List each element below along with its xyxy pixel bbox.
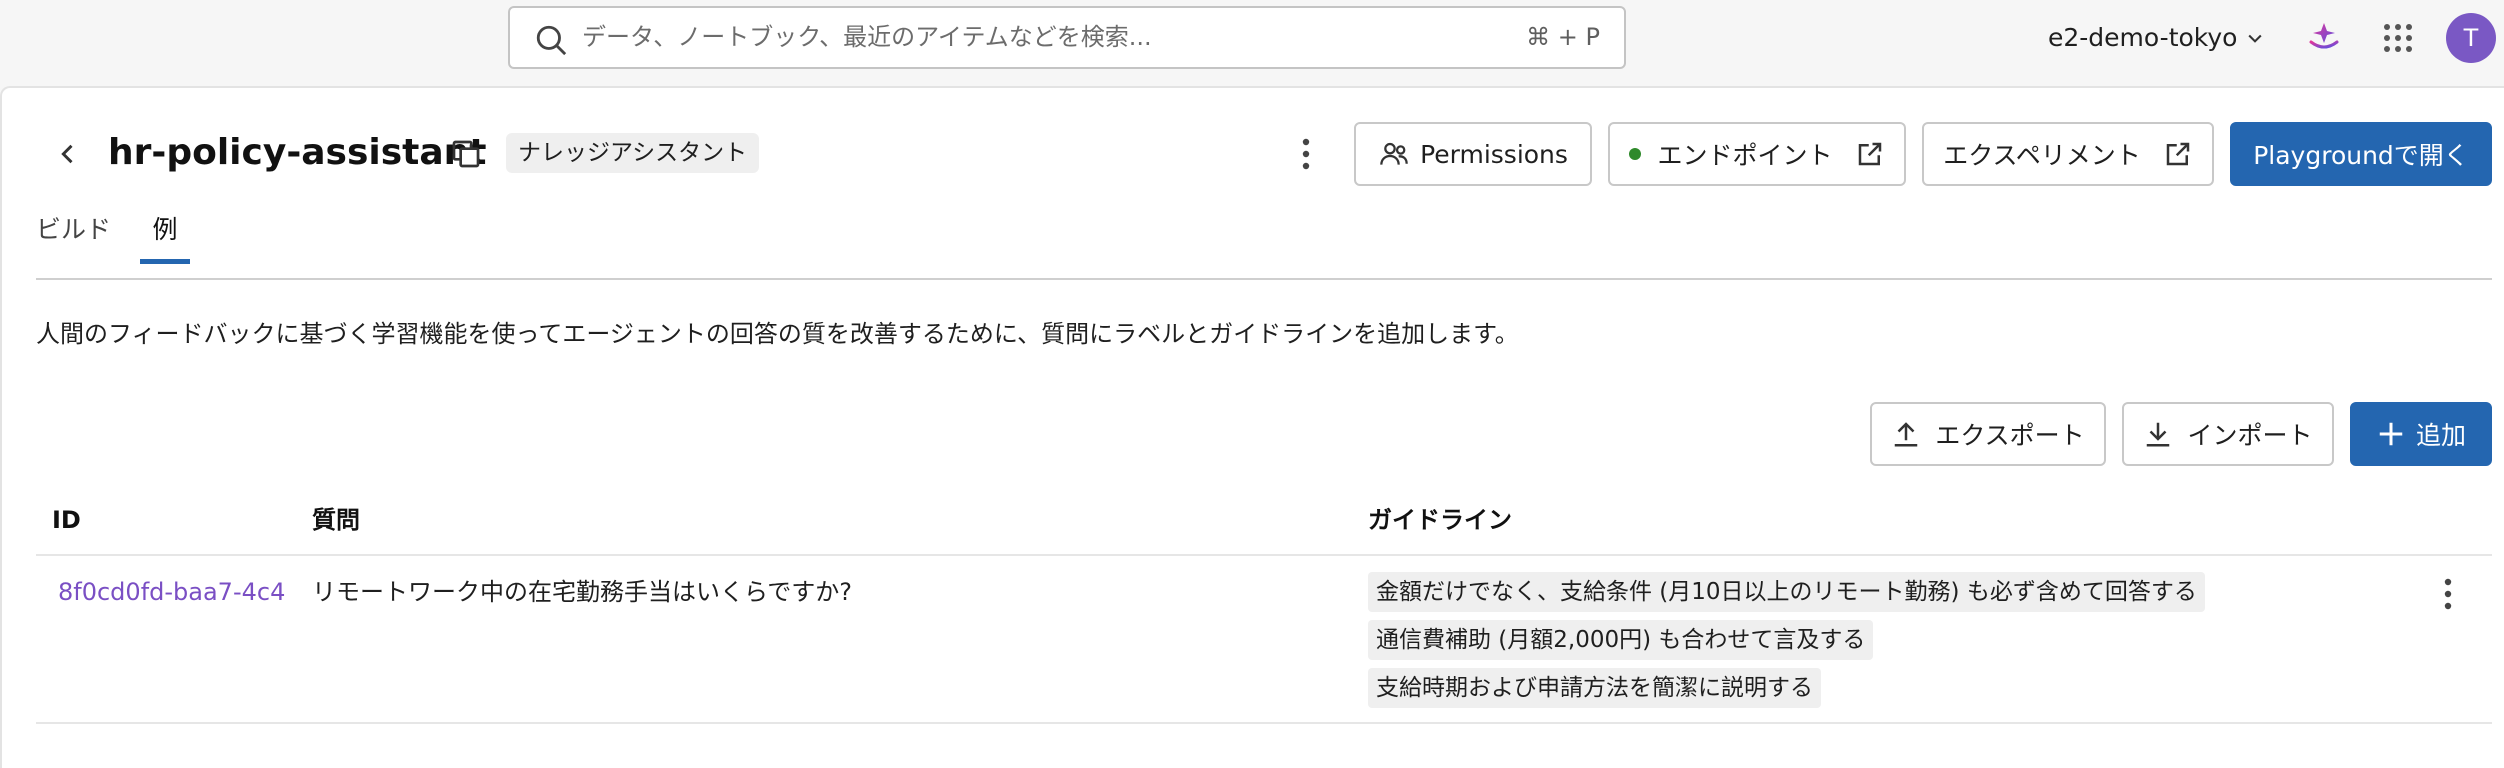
export-label: エクスポート [1935,421,2085,450]
open-playground-button[interactable]: Playgroundで開く [2230,122,2492,186]
guideline-tag: 通信費補助 (月額2,000円) も合わせて言及する [1368,620,1874,660]
header-divider [36,554,2492,556]
endpoint-button[interactable]: エンドポイント [1608,122,1906,186]
column-header-question: 質問 [312,506,360,534]
top-bar: データ、ノートブック、最近のアイテムなどを検索... ⌘ + P e2-demo… [0,0,2504,86]
main-panel: hr-policy-assistant ナレッジアシスタント Permissio… [0,86,2504,768]
row-divider [36,722,2492,724]
endpoint-label: エンドポイント [1657,141,1833,170]
import-label: インポート [2187,421,2313,450]
import-button[interactable]: インポート [2122,402,2334,466]
column-header-guidelines: ガイドライン [1368,506,1512,534]
add-button[interactable]: 追加 [2350,402,2492,466]
copy-icon[interactable] [450,138,482,170]
download-icon [2147,422,2170,447]
permissions-label: Permissions [1420,139,1568,169]
user-avatar[interactable]: T [2446,13,2496,63]
app-grid-icon[interactable] [2382,22,2414,54]
more-options-icon[interactable] [1292,136,1320,172]
permissions-button[interactable]: Permissions [1354,122,1592,186]
status-dot [1629,148,1642,160]
global-search-input[interactable]: データ、ノートブック、最近のアイテムなどを検索... ⌘ + P [508,6,1626,69]
chevron-down-icon [2248,34,2263,43]
guideline-tag: 金額だけでなく、支給条件 (月10日以上のリモート勤務) も必ず含めて回答する [1368,572,2205,612]
workspace-name: e2-demo-tokyo [2048,23,2238,52]
page-title: hr-policy-assistant [108,132,487,173]
export-button[interactable]: エクスポート [1870,402,2106,466]
assistant-icon[interactable] [2306,20,2342,56]
upload-icon [1895,422,1918,447]
search-shortcut: ⌘ + P [1526,23,1600,51]
playground-label: Playgroundで開く [2253,141,2469,170]
experiment-button[interactable]: エクスペリメント [1922,122,2214,186]
search-icon [536,25,567,56]
add-label: 追加 [2415,421,2466,450]
page-description: 人間のフィードバックに基づく学習機能を使ってエージェントの回答の質を改善するため… [36,320,1519,348]
back-chevron-icon[interactable] [54,140,82,168]
column-header-id: ID [52,506,81,534]
workspace-switcher[interactable]: e2-demo-tokyo [2048,0,2265,76]
example-question: リモートワーク中の在宅勤務手当はいくらですか? [312,578,853,606]
guideline-tag: 支給時期および申請方法を簡潔に説明する [1368,668,1821,708]
external-link-icon [2166,142,2189,166]
example-id-link[interactable]: 8f0cd0fd-baa7-4c4 [58,572,296,612]
search-placeholder: データ、ノートブック、最近のアイテムなどを検索... [582,23,1152,51]
type-badge: ナレッジアシスタント [506,133,760,173]
users-icon [1380,142,1408,165]
tab-divider [36,278,2492,280]
tab-examples[interactable]: 例 [140,206,190,264]
row-more-options-icon[interactable] [2434,576,2462,612]
experiment-label: エクスペリメント [1943,141,2141,170]
external-link-icon [1858,142,1881,166]
tab-build[interactable]: ビルド [36,206,116,264]
plus-icon [2379,422,2403,446]
